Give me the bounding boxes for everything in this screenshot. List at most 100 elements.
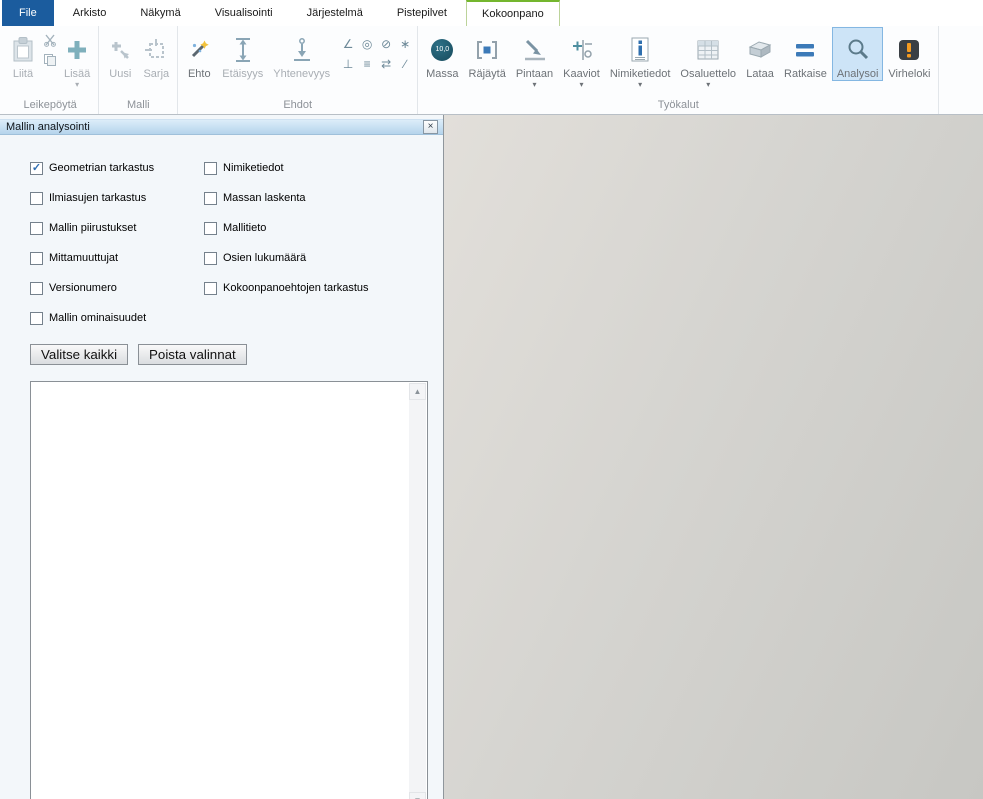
tab-nakyma[interactable]: Näkymä [125,0,195,26]
series-label: Sarja [143,68,169,80]
scroll-down-icon[interactable]: ▼ [409,792,426,799]
checkbox[interactable] [204,282,217,295]
tab-pistepilvet[interactable]: Pistepilvet [382,0,462,26]
checkbox[interactable] [204,192,217,205]
check-part-count[interactable]: Osien lukumäärä [204,251,369,281]
parallel-condition-icon[interactable]: ≡ [358,54,376,73]
ribbon: Liitä Lisää ▾ Leikepöytä [0,26,983,115]
error-log-button[interactable]: Virheloki [883,27,935,81]
select-all-button[interactable]: Valitse kaikki [30,344,128,365]
mass-label: Massa [426,68,458,80]
panel-body: ✓ Geometrian tarkastus Ilmiasujen tarkas… [0,135,443,799]
item-data-dropdown-caret-icon[interactable]: ▾ [638,80,642,89]
part-list-button[interactable]: Osaluettelo ▾ [675,27,741,90]
checkbox[interactable] [30,222,43,235]
angle-condition-icon[interactable]: ∠ [339,34,357,53]
workspace-canvas[interactable] [444,115,983,799]
clipboard-icon [11,31,35,68]
distance-measure-icon [230,31,256,68]
check-model-properties[interactable]: Mallin ominaisuudet [30,311,204,341]
diagrams-button[interactable]: Kaaviot ▾ [558,27,605,90]
analyze-button[interactable]: Analysoi [832,27,884,81]
explode-button[interactable]: Räjäytä [464,27,511,81]
check-label: Kokoonpanoehtojen tarkastus [223,281,369,296]
mass-value: 10,0 [431,39,453,61]
to-surface-arrow-icon [522,31,548,68]
ribbon-group-model: Uusi Sarja Malli [99,26,178,114]
plus-icon [65,31,89,68]
tab-visualisointi[interactable]: Visualisointi [200,0,288,26]
item-data-label: Nimiketiedot [610,68,671,80]
tab-arkisto[interactable]: Arkisto [58,0,122,26]
solve-equals-icon [793,31,817,68]
checkmark-icon: ✓ [32,163,41,174]
checkbox[interactable] [30,252,43,265]
coincidence-button[interactable]: Yhtenevyys [268,27,335,81]
checkbox[interactable] [30,312,43,325]
check-label: Ilmiasujen tarkastus [49,191,146,206]
concentric-condition-icon[interactable]: ◎ [358,34,376,53]
tangent-condition-icon[interactable]: ⊘ [377,34,395,53]
check-geometry[interactable]: ✓ Geometrian tarkastus [30,161,204,191]
add-button[interactable]: Lisää ▾ [59,27,95,90]
checkbox[interactable] [204,252,217,265]
new-button[interactable]: Uusi [102,27,138,81]
diagrams-dropdown-caret-icon[interactable]: ▾ [580,80,584,89]
check-label: Mallin ominaisuudet [49,311,146,326]
mass-button[interactable]: 10,0 Massa [421,27,463,81]
checkbox-checked[interactable]: ✓ [30,162,43,175]
check-version-number[interactable]: Versionumero [30,281,204,311]
to-surface-button[interactable]: Pintaan ▾ [511,27,558,90]
close-icon[interactable]: × [423,120,438,134]
part-list-table-icon [695,31,721,68]
part-list-dropdown-caret-icon[interactable]: ▾ [706,80,710,89]
slash-condition-icon[interactable]: ∕ [396,54,414,73]
tab-jarjestelma[interactable]: Järjestelmä [292,0,378,26]
check-label: Mittamuuttujat [49,251,118,266]
checkbox[interactable] [30,282,43,295]
check-item-data[interactable]: Nimiketiedot [204,161,369,191]
checkbox[interactable] [204,222,217,235]
pattern-condition-icon[interactable]: ∗ [396,34,414,53]
solve-button[interactable]: Ratkaise [779,27,832,81]
clipboard-small-buttons [41,27,59,68]
checkbox[interactable] [204,162,217,175]
perpendicular-condition-icon[interactable]: ⊥ [339,54,357,73]
tab-kokoonpano[interactable]: Kokoonpano [466,0,560,26]
panel-header: Mallin analysointi × [0,119,443,135]
analysis-results-list[interactable]: ▲ ▼ [30,381,428,799]
add-dropdown-caret-icon[interactable]: ▾ [75,80,79,89]
paste-button[interactable]: Liitä [5,27,41,81]
check-label: Geometrian tarkastus [49,161,154,176]
cut-scissors-icon[interactable] [41,32,59,48]
scroll-up-icon[interactable]: ▲ [409,383,426,400]
solve-label: Ratkaise [784,68,827,80]
load-button[interactable]: Lataa [741,27,779,81]
check-appearances[interactable]: Ilmiasujen tarkastus [30,191,204,221]
check-mass-calculation[interactable]: Massan laskenta [204,191,369,221]
condition-button[interactable]: Ehto [181,27,217,81]
list-scrollbar[interactable]: ▲ ▼ [409,383,426,799]
to-surface-dropdown-caret-icon[interactable]: ▾ [532,80,536,89]
checkbox[interactable] [30,192,43,205]
check-label: Nimiketiedot [223,161,284,176]
load-label: Lataa [746,68,774,80]
series-button[interactable]: Sarja [138,27,174,81]
distance-label: Etäisyys [222,68,263,80]
mass-badge-icon: 10,0 [431,31,453,68]
check-model-info[interactable]: Mallitieto [204,221,369,251]
tab-file[interactable]: File [2,0,54,26]
check-model-drawings[interactable]: Mallin piirustukset [30,221,204,251]
distance-button[interactable]: Etäisyys [217,27,268,81]
check-column-2: Nimiketiedot Massan laskenta Mallitieto … [204,161,369,341]
clear-selections-button[interactable]: Poista valinnat [138,344,247,365]
condition-wand-icon [186,31,212,68]
main-area: Mallin analysointi × ✓ Geometrian tarkas… [0,115,983,799]
add-label: Lisää [64,68,90,80]
item-data-button[interactable]: Nimiketiedot ▾ [605,27,676,90]
check-assembly-conditions[interactable]: Kokoonpanoehtojen tarkastus [204,281,369,311]
opposed-condition-icon[interactable]: ⇄ [377,54,395,73]
copy-icon[interactable] [41,52,59,68]
panel-buttons: Valitse kaikki Poista valinnat [30,344,443,365]
check-dimension-variables[interactable]: Mittamuuttujat [30,251,204,281]
